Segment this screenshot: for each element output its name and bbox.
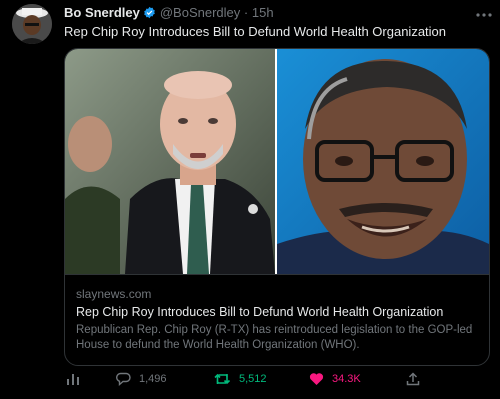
more-options-icon[interactable] <box>476 4 492 20</box>
reply-icon <box>116 372 131 386</box>
retweet-count: 5,512 <box>239 373 267 385</box>
tweet-header: Bo Snerdley @BoSnerdley · 15h <box>64 5 274 22</box>
author-handle[interactable]: @BoSnerdley <box>160 5 240 20</box>
card-title: Rep Chip Roy Introduces Bill to Defund W… <box>76 305 444 319</box>
analytics-icon <box>66 372 80 386</box>
card-image-right <box>277 49 489 274</box>
author-name[interactable]: Bo Snerdley <box>64 5 140 20</box>
card-image-left <box>65 49 275 274</box>
like-count: 34.3K <box>332 373 361 385</box>
avatar[interactable] <box>12 4 52 44</box>
tweet[interactable]: Bo Snerdley @BoSnerdley · 15h Rep Chip Ro… <box>0 0 500 399</box>
link-card[interactable]: slaynews.com Rep Chip Roy Introduces Bil… <box>64 48 490 366</box>
card-body: slaynews.com Rep Chip Roy Introduces Bil… <box>65 274 489 365</box>
tweet-text: Rep Chip Roy Introduces Bill to Defund W… <box>64 24 447 39</box>
card-description: Republican Rep. Chip Roy (R-TX) has rein… <box>76 324 473 351</box>
separator-dot: · <box>243 5 249 20</box>
verified-badge-icon <box>143 6 156 22</box>
timestamp[interactable]: 15h <box>252 5 274 20</box>
share-button[interactable] <box>406 372 420 386</box>
like-button[interactable]: 34.3K <box>309 372 361 386</box>
reply-button[interactable]: 1,496 <box>116 372 167 386</box>
reply-count: 1,496 <box>139 373 167 385</box>
action-bar: 1,496 5,512 34.3K <box>64 372 488 392</box>
views-button[interactable] <box>66 372 80 386</box>
retweet-icon <box>214 372 231 386</box>
retweet-button[interactable]: 5,512 <box>214 372 267 386</box>
card-domain: slaynews.com <box>76 287 152 301</box>
share-icon <box>406 372 420 386</box>
heart-icon <box>309 372 324 386</box>
